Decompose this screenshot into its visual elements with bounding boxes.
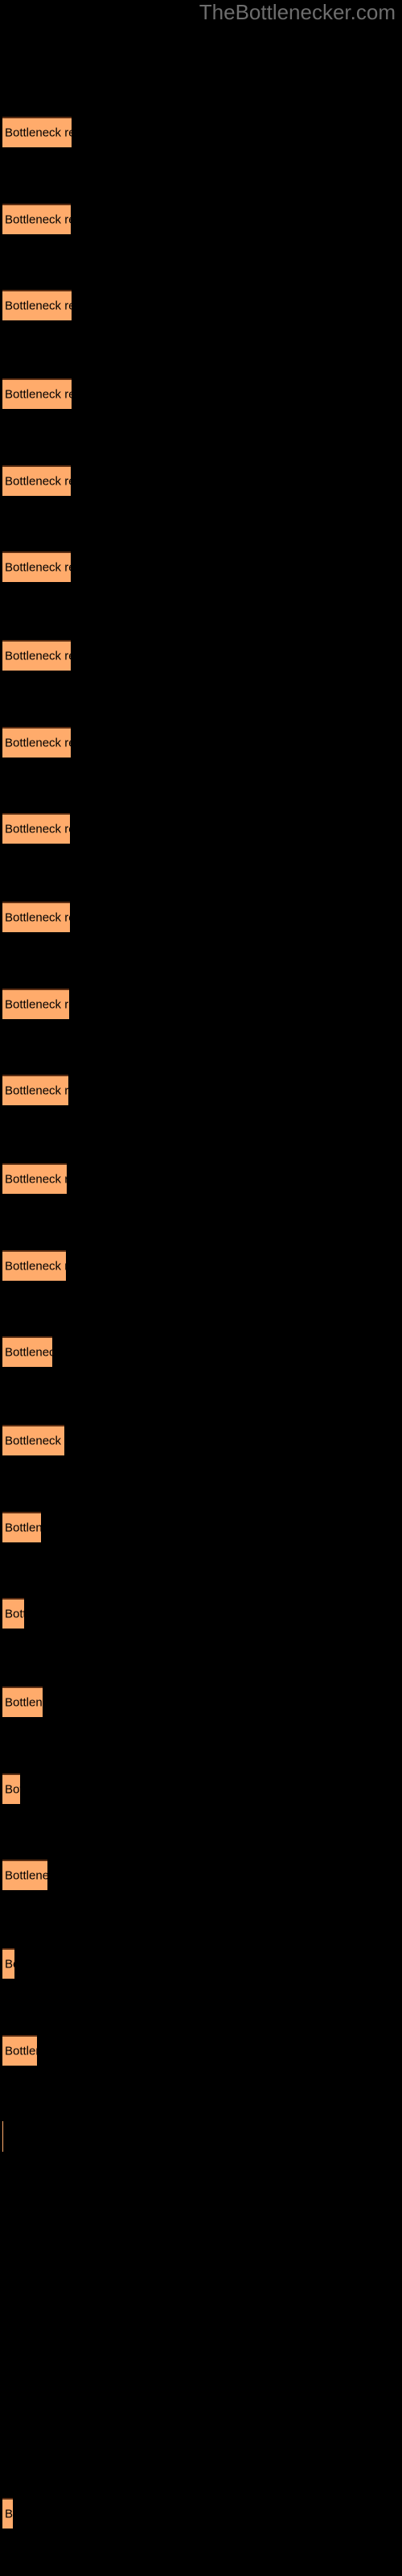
bottleneck-bar-chart: Bottleneck result Bottleneck result Bottle… bbox=[0, 0, 402, 2576]
bar-bottleneck-result[interactable]: Bottleneck result bbox=[2, 2121, 3, 2152]
bar-bottleneck-result[interactable]: Bottleneck result bbox=[2, 1336, 52, 1367]
bar-bottleneck-result[interactable]: Bottleneck result bbox=[2, 464, 71, 496]
bar-bottleneck-result[interactable]: Bottleneck result bbox=[2, 1686, 43, 1717]
bar-bottleneck-result[interactable]: Bottleneck result bbox=[2, 902, 70, 932]
bar-label: Bottleneck result bbox=[5, 1695, 43, 1710]
bar-bottleneck-result[interactable]: Bottleneck result bbox=[2, 2034, 37, 2066]
bar-label: Bottleneck result bbox=[5, 387, 72, 402]
bar-label: Bottleneck result bbox=[5, 1957, 14, 1971]
bar-bottleneck-result[interactable]: Bottleneck result bbox=[2, 117, 72, 147]
bar-label: Bottleneck result bbox=[5, 126, 72, 140]
bar-bottleneck-result[interactable]: Bottleneck result bbox=[2, 1249, 66, 1281]
bar-label: Bottleneck result bbox=[5, 822, 70, 836]
bar-label: Bottleneck result bbox=[5, 1868, 47, 1883]
bar-bottleneck-result[interactable]: Bottleneck result bbox=[2, 1773, 20, 1804]
bar-label: Bottleneck result bbox=[5, 1084, 68, 1098]
bar-label: Bottleneck result bbox=[5, 1434, 64, 1448]
bar-bottleneck-result[interactable]: Bottleneck result bbox=[2, 1075, 68, 1105]
bar-bottleneck-result[interactable]: Bottleneck result bbox=[2, 203, 71, 234]
bar-bottleneck-result[interactable]: Bottleneck result bbox=[2, 813, 70, 844]
bar-label: Bottleneck result bbox=[5, 649, 71, 663]
bar-label: Bottleneck result bbox=[5, 910, 70, 925]
bar-bottleneck-result[interactable]: Bottleneck result bbox=[2, 378, 72, 409]
bar-bottleneck-result[interactable]: Bottleneck result bbox=[2, 551, 71, 582]
bar-bottleneck-result[interactable]: Bottleneck result bbox=[2, 1511, 41, 1542]
bar-bottleneck-result[interactable]: Bottleneck result bbox=[2, 290, 72, 320]
bar-label: Bottleneck result bbox=[5, 1345, 52, 1360]
bar-label: Bottleneck result bbox=[5, 2507, 13, 2520]
bar-bottleneck-result[interactable]: Bottleneck result bbox=[2, 640, 71, 671]
bar-bottleneck-result[interactable]: Bottleneck result bbox=[2, 1860, 47, 1890]
bar-label: Bottleneck result bbox=[5, 2044, 37, 2058]
bar-label: Bottleneck result bbox=[5, 1607, 24, 1621]
bar-label: Bottleneck result bbox=[5, 474, 71, 488]
bar-bottleneck-result[interactable]: Bottleneck result bbox=[2, 1948, 14, 1979]
bar-label: Bottleneck result bbox=[5, 213, 71, 226]
bar-bottleneck-result[interactable]: Bottleneck result bbox=[2, 726, 71, 758]
bar-label: Bottleneck result bbox=[5, 997, 69, 1011]
bar-label: Bottleneck result bbox=[5, 1259, 66, 1273]
bar-bottleneck-result[interactable]: Bottleneck result bbox=[2, 2497, 13, 2529]
bar-label: Bottleneck result bbox=[5, 560, 71, 575]
bar-bottleneck-result[interactable]: Bottleneck result bbox=[2, 1425, 64, 1455]
bar-bottleneck-result[interactable]: Bottleneck result bbox=[2, 1163, 67, 1194]
bar-label: Bottleneck result bbox=[5, 1521, 41, 1534]
bar-label: Bottleneck result bbox=[5, 1782, 20, 1796]
bar-bottleneck-result[interactable]: Bottleneck result bbox=[2, 988, 69, 1019]
bar-label: Bottleneck result bbox=[5, 1172, 67, 1187]
bar-bottleneck-result[interactable]: Bottleneck result bbox=[2, 1598, 24, 1629]
bar-label: Bottleneck result bbox=[5, 299, 72, 313]
bar-label: Bottleneck result bbox=[5, 736, 71, 749]
